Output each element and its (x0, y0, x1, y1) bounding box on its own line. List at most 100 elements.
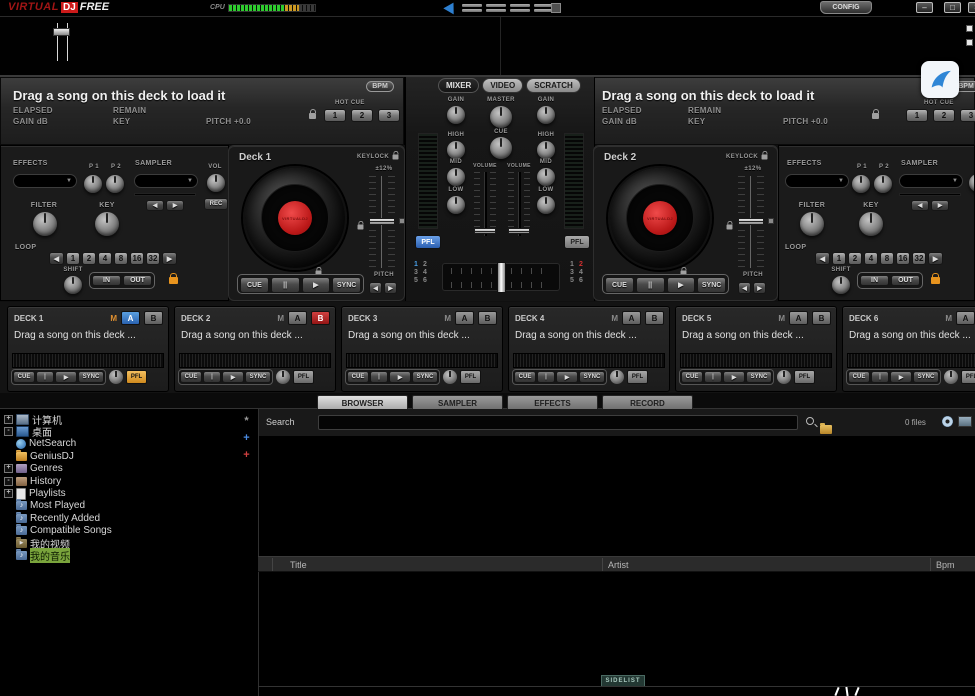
deck-number[interactable]: 6 (423, 277, 432, 284)
loop-half-button[interactable]: ◀ (49, 252, 64, 265)
mini-deck-m-label[interactable]: M (778, 314, 785, 323)
deck1-low-knob[interactable] (447, 196, 465, 214)
mini-volume-knob[interactable] (443, 370, 457, 384)
lock-icon[interactable] (872, 113, 879, 119)
sampler-rec-button[interactable]: REC (204, 198, 228, 210)
layout-button-1[interactable] (462, 2, 482, 13)
mini-sync-button[interactable]: SYNC (579, 371, 605, 383)
loop-length-button[interactable]: 1 (66, 252, 80, 265)
loop-length-button[interactable]: 4 (98, 252, 112, 265)
pitch-slider-handle[interactable] (369, 218, 395, 225)
column-divider[interactable] (930, 558, 931, 571)
hotcue-button[interactable]: 2 (933, 109, 955, 122)
key-knob[interactable] (95, 212, 119, 236)
pause-button[interactable]: || (271, 277, 300, 293)
lock-icon[interactable] (309, 113, 316, 119)
cue-knob[interactable] (490, 137, 512, 159)
deck2-volume-slider[interactable] (508, 172, 530, 236)
tree-item[interactable]: Most Played (2, 500, 240, 512)
mini-pfl-button[interactable]: PFL (293, 370, 314, 384)
loop-length-button[interactable]: 2 (848, 252, 862, 265)
tree-item[interactable]: NetSearch (2, 438, 240, 450)
sampler-next-button[interactable]: ▶ (166, 200, 184, 211)
deck-number[interactable]: 2 (423, 261, 432, 268)
mini-play-button[interactable]: ▶ (389, 371, 411, 383)
search-input[interactable] (318, 415, 798, 430)
deck-number[interactable]: 5 (414, 277, 423, 284)
netsearch-cd-icon[interactable] (942, 416, 953, 427)
mini-pause-button[interactable]: | (203, 371, 221, 383)
mini-play-button[interactable]: ▶ (222, 371, 244, 383)
deck2-mid-knob[interactable] (537, 168, 555, 186)
sampler-dropdown[interactable]: ▼ (134, 174, 198, 188)
mini-pfl-button[interactable]: PFL (460, 370, 481, 384)
mini-pause-button[interactable]: | (370, 371, 388, 383)
pitch-lock-icon[interactable] (727, 224, 733, 229)
virtual-folder-icon[interactable]: + (240, 432, 253, 445)
sampler-dropdown[interactable]: ▼ (899, 174, 963, 188)
mini-volume-knob[interactable] (276, 370, 290, 384)
mini-volume-knob[interactable] (944, 370, 958, 384)
hotcue-button[interactable]: 1 (324, 109, 346, 122)
sync-button[interactable]: SYNC (332, 277, 361, 293)
mini-cue-button[interactable]: CUE (514, 371, 536, 383)
mini-deck-m-label[interactable]: M (110, 314, 117, 323)
pitch-slider[interactable] (738, 176, 764, 268)
loop-length-button[interactable]: 32 (912, 252, 926, 265)
hotcue-button[interactable]: 3 (378, 109, 400, 122)
deck1-pfl-button[interactable]: PFL (415, 235, 441, 249)
mini-deck-a-button[interactable]: A (288, 311, 307, 325)
column-title[interactable]: Title (290, 560, 307, 570)
mini-deck-m-label[interactable]: M (444, 314, 451, 323)
play-button[interactable]: ▶ (667, 277, 696, 293)
sampler-vol-knob[interactable] (969, 174, 975, 192)
deck-number[interactable]: 5 (570, 277, 579, 284)
deck2-low-knob[interactable] (537, 196, 555, 214)
pitch-bend-plus-button[interactable]: ▶ (384, 282, 397, 294)
tree-item[interactable]: GeniusDJ (2, 450, 240, 462)
sampler-next-button[interactable]: ▶ (931, 200, 949, 211)
column-artist[interactable]: Artist (608, 560, 629, 570)
mini-deck-drag-text[interactable]: Drag a song on this deck ... (8, 325, 168, 341)
effects-dropdown[interactable]: ▼ (785, 174, 849, 188)
cue-button[interactable]: CUE (240, 277, 269, 293)
mini-deck-b-button[interactable]: B (311, 311, 330, 325)
layout-button-3[interactable] (510, 2, 530, 13)
mini-cue-button[interactable]: CUE (347, 371, 369, 383)
loop-length-button[interactable]: 2 (82, 252, 96, 265)
loop-length-button[interactable]: 1 (832, 252, 846, 265)
mini-pause-button[interactable]: | (704, 371, 722, 383)
layout-compact-button[interactable] (551, 3, 561, 13)
pitch-reset-button[interactable] (768, 218, 774, 224)
mini-deck-a-button[interactable]: A (789, 311, 808, 325)
mini-play-button[interactable]: ▶ (890, 371, 912, 383)
mini-deck-drag-text[interactable]: Drag a song on this deck ... (843, 325, 975, 341)
pitch-bend-minus-button[interactable]: ◀ (738, 282, 751, 294)
device-icon[interactable] (958, 416, 972, 427)
master-knob[interactable] (490, 106, 512, 128)
waveform-zoom-slider-handle[interactable] (53, 28, 70, 36)
mini-deck-b-button[interactable]: B (478, 311, 497, 325)
deck1-bpm-button[interactable]: BPM (366, 81, 394, 92)
close-button[interactable]: × (968, 2, 975, 13)
config-button[interactable]: CONFIG (820, 1, 872, 14)
overlay-desktop-icon[interactable] (921, 61, 959, 98)
search-options-icon[interactable] (806, 417, 814, 425)
favorite-folder-icon[interactable]: * (240, 415, 253, 428)
loop-lock-icon[interactable] (169, 277, 178, 284)
loop-in-button[interactable]: IN (860, 275, 889, 286)
filter-knob[interactable] (33, 212, 57, 236)
tree-item[interactable]: - History (2, 475, 240, 487)
deck2-volume-handle[interactable] (508, 228, 530, 234)
sampler-prev-button[interactable]: ◀ (146, 200, 164, 211)
mini-cue-button[interactable]: CUE (13, 371, 35, 383)
pitch-lock-icon[interactable] (358, 224, 364, 229)
column-divider[interactable] (272, 558, 273, 571)
mini-deck-drag-text[interactable]: Drag a song on this deck ... (509, 325, 669, 341)
mini-pfl-button[interactable]: PFL (961, 370, 975, 384)
loop-lock-icon[interactable] (931, 277, 940, 284)
tree-expander[interactable]: - (4, 427, 13, 436)
center-tab[interactable]: MIXER (438, 78, 479, 93)
tree-item[interactable]: - 桌面 (2, 425, 240, 437)
mini-deck-b-button[interactable]: B (812, 311, 831, 325)
